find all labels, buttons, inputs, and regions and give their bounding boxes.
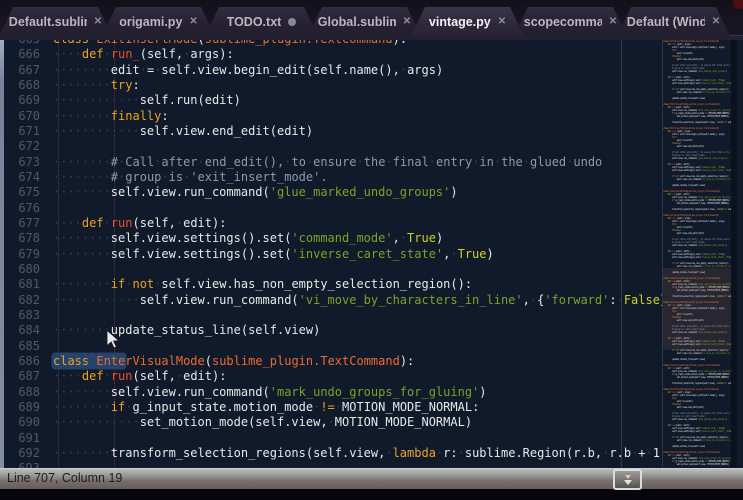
line-number[interactable]: 670 [4, 109, 40, 124]
status-caret-position: Line 707, Column 19 [7, 471, 122, 485]
close-icon[interactable]: ✕ [94, 16, 102, 27]
close-icon[interactable]: ✕ [403, 16, 411, 27]
line-number[interactable]: 678 [4, 231, 40, 246]
triangle-down-icon [624, 480, 632, 485]
code-line: 691 [0, 431, 743, 446]
line-number[interactable]: 672 [4, 139, 40, 154]
line-number[interactable]: 682 [4, 293, 40, 308]
status-bar: Line 707, Column 19 [0, 468, 743, 489]
code-line: 687····def·run(self,·edit): [0, 369, 743, 384]
line-number[interactable]: 684 [4, 323, 40, 338]
line-number[interactable]: 686 [4, 354, 40, 369]
code-line: 679········self.view.settings().set('inv… [0, 247, 743, 262]
code-line: 672 [0, 139, 743, 154]
code-line: 673········#·Call·after·end_edit(),·to·e… [0, 155, 743, 170]
line-number[interactable]: 689 [4, 400, 40, 415]
code-line: 681········if·not·self.view.has_non_empt… [0, 277, 743, 292]
tab-scopecommand[interactable]: scopecommand ✕ [514, 7, 627, 36]
dirty-dot-icon[interactable] [288, 18, 296, 26]
code-line: 680 [0, 262, 743, 277]
line-number[interactable]: 674 [4, 170, 40, 185]
code-line: 693 [0, 461, 743, 468]
line-number[interactable]: 681 [4, 277, 40, 292]
close-icon[interactable]: ✕ [712, 16, 720, 27]
code-line: 678········self.view.settings().set('com… [0, 231, 743, 246]
tab-global.sublime[interactable]: Global.sublime ✕ [308, 7, 421, 36]
code-line: 669············self.run(edit) [0, 93, 743, 108]
line-number[interactable]: 690 [4, 415, 40, 430]
code-line: 682············self.view.run_command('vi… [0, 293, 743, 308]
mouse-cursor-icon [105, 330, 123, 350]
line-number[interactable]: 665 [4, 40, 40, 47]
window-bottom-edge [0, 489, 743, 500]
line-number[interactable]: 680 [4, 262, 40, 277]
window-corner-accent [733, 0, 743, 9]
tab-bar: Default.sublim ✕ origami.py ✕ TODO.txt Global… [0, 0, 743, 40]
minimap-edge [731, 40, 737, 468]
code-line: 676 [0, 201, 743, 216]
code-pane: 665class·ExitInsertMode(sublime_plugin.T… [0, 40, 743, 468]
tab-label: Default (Windo [627, 15, 705, 29]
code-line: 683 [0, 308, 743, 323]
tab-default-windo[interactable]: Default (Windo ✕ [617, 7, 730, 36]
line-number[interactable]: 673 [4, 155, 40, 170]
tab-label: vintage.py [429, 15, 491, 29]
line-number[interactable]: 671 [4, 124, 40, 139]
minimap-content: class ExitInsertMode(sublime_plugin.Text… [663, 40, 737, 468]
code-line: 675········self.view.run_command('glue_m… [0, 185, 743, 200]
tab-vintage.py[interactable]: vintage.py ✕ [411, 7, 524, 36]
minimap[interactable]: class ExitInsertMode(sublime_plugin.Text… [662, 40, 737, 468]
tab-default.sublim[interactable]: Default.sublim ✕ [0, 7, 112, 36]
line-number[interactable]: 676 [4, 201, 40, 216]
code-line: 674········#·group·is·'exit_insert_mode'… [0, 170, 743, 185]
code-line: 666····def·run_(self,·args): [0, 47, 743, 62]
line-number[interactable]: 688 [4, 385, 40, 400]
scroll-down-button[interactable] [613, 469, 642, 490]
close-icon[interactable]: ✕ [609, 16, 617, 27]
line-number[interactable]: 692 [4, 446, 40, 461]
tab-label: TODO.txt [227, 15, 282, 29]
code-line: 692········transform_selection_regions(s… [0, 446, 743, 461]
code-line: 668········try: [0, 78, 743, 93]
tab-label: scopecommand [524, 15, 602, 29]
tab-todo.txt[interactable]: TODO.txt [205, 7, 318, 36]
line-number[interactable]: 668 [4, 78, 40, 93]
line-number[interactable]: 679 [4, 247, 40, 262]
code-line: 677····def·run(self,·edit): [0, 216, 743, 231]
line-number[interactable]: 693 [4, 461, 40, 468]
window-left-edge [0, 40, 4, 468]
line-number[interactable]: 667 [4, 63, 40, 78]
line-number[interactable]: 683 [4, 308, 40, 323]
code-line: 665class·ExitInsertMode(sublime_plugin.T… [0, 40, 743, 47]
tab-origami.py[interactable]: origami.py ✕ [102, 7, 215, 36]
line-number[interactable]: 675 [4, 185, 40, 200]
line-number[interactable]: 685 [4, 339, 40, 354]
code-editor[interactable]: 665class·ExitInsertMode(sublime_plugin.T… [0, 40, 743, 468]
close-icon[interactable]: ✕ [498, 16, 506, 27]
minimap-viewport[interactable] [663, 268, 737, 350]
line-number[interactable]: 677 [4, 216, 40, 231]
triangle-down-icon [625, 475, 631, 479]
tab-strip: Default.sublim ✕ origami.py ✕ TODO.txt Global… [4, 7, 725, 36]
close-icon[interactable]: ✕ [189, 16, 197, 27]
code-line: 686class·EnterVisualMode(sublime_plugin.… [0, 354, 743, 369]
code-line: 667········edit·=·self.view.begin_edit(s… [0, 63, 743, 78]
code-line: 671············self.view.end_edit(edit) [0, 124, 743, 139]
code-line: 670········finally: [0, 109, 743, 124]
code-line: 689········if·g_input_state.motion_mode·… [0, 400, 743, 415]
line-number[interactable]: 669 [4, 93, 40, 108]
line-number[interactable]: 691 [4, 431, 40, 446]
code-line: 688········self.view.run_command('mark_u… [0, 385, 743, 400]
line-number[interactable]: 666 [4, 47, 40, 62]
tab-label: origami.py [119, 15, 182, 29]
line-number[interactable]: 687 [4, 369, 40, 384]
tab-label: Default.sublim [9, 15, 87, 29]
tab-label: Global.sublime [318, 15, 396, 29]
code-line: 690············set_motion_mode(self.view… [0, 415, 743, 430]
